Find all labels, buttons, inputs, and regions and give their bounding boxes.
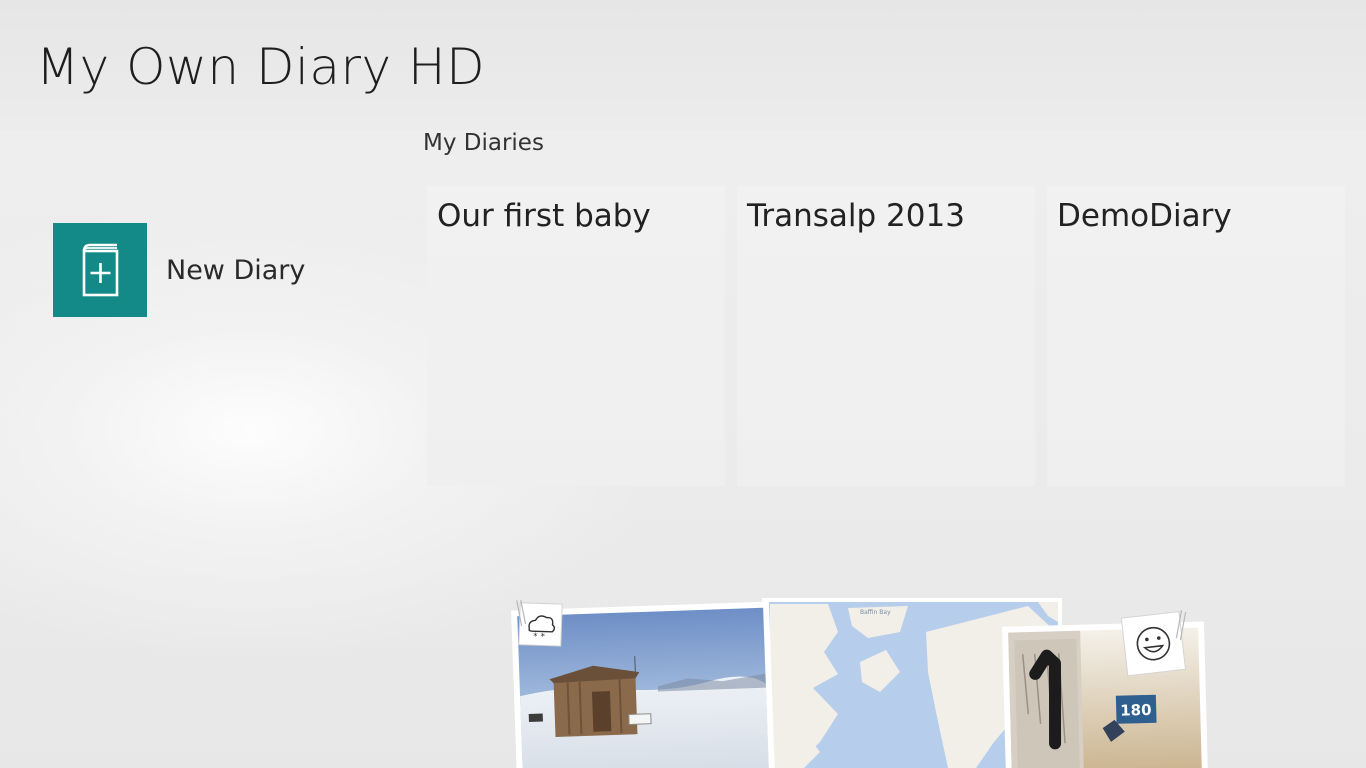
map-label: Baffin Bay — [860, 609, 891, 616]
decorative-photo-collage: Baffin Bay * * 180 — [511, 598, 1208, 768]
arctic-cabin-photo: * * — [511, 600, 776, 768]
my-diaries-header: My Diaries — [423, 130, 544, 156]
diary-tile-demodiary[interactable]: DemoDiary — [1047, 186, 1345, 486]
app-title: My Own Diary HD — [36, 38, 486, 96]
book-plus-icon — [82, 243, 119, 297]
new-diary-label[interactable]: New Diary — [166, 255, 305, 286]
new-diary-tile[interactable] — [53, 223, 147, 317]
diary-title: Transalp 2013 — [747, 198, 965, 234]
beach-photo: 180 — [1001, 609, 1208, 768]
new-diary-button[interactable]: New Diary — [53, 223, 305, 317]
diary-title: DemoDiary — [1057, 198, 1232, 234]
diary-tile-transalp-2013[interactable]: Transalp 2013 — [737, 186, 1035, 486]
diary-title: Our first baby — [437, 198, 651, 234]
beach-chair-number: 180 — [1120, 701, 1152, 720]
diary-tile-our-first-baby[interactable]: Our first baby — [427, 186, 725, 486]
svg-text:* *: * * — [533, 632, 546, 642]
